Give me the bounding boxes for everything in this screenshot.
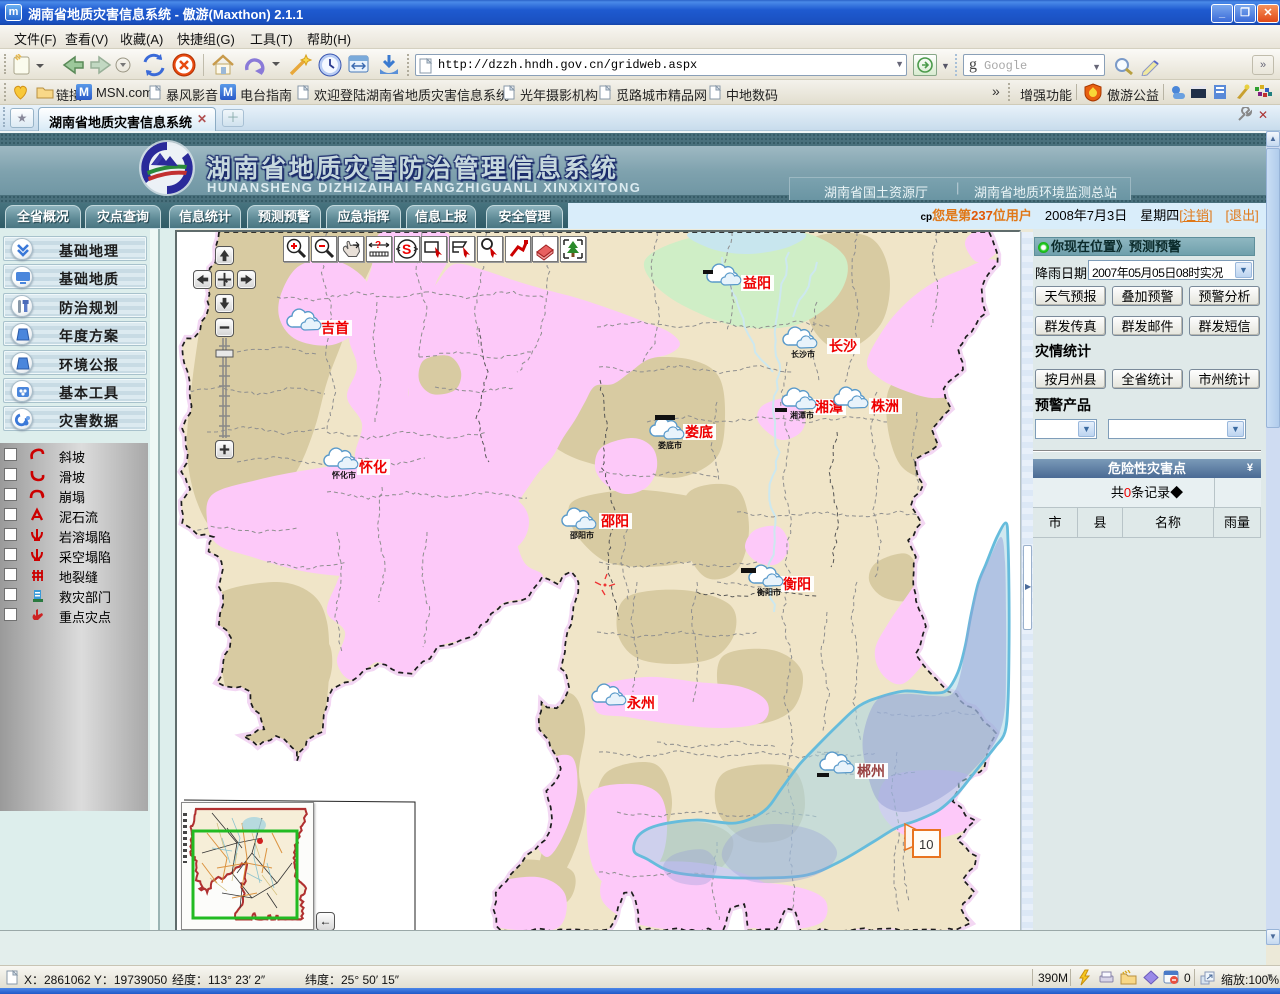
svg-text:衡阳市: 衡阳市 (757, 587, 781, 597)
svg-text:?: ? (375, 240, 381, 251)
svg-text:株洲: 株洲 (871, 398, 899, 414)
svg-text:邵阳: 邵阳 (600, 513, 629, 529)
svg-text:娄底: 娄底 (685, 424, 713, 440)
svg-text:郴州: 郴州 (857, 763, 885, 779)
svg-text:10: 10 (919, 837, 933, 852)
svg-text:益阳: 益阳 (743, 275, 771, 291)
svg-text:湘潭市: 湘潭市 (790, 410, 814, 420)
svg-text:S: S (402, 241, 411, 257)
svg-text:衡阳: 衡阳 (783, 576, 811, 592)
svg-text:吉首: 吉首 (321, 320, 349, 336)
svg-text:邵阳市: 邵阳市 (569, 530, 594, 540)
svg-text:娄底市: 娄底市 (658, 440, 682, 450)
svg-text:长沙市: 长沙市 (791, 349, 815, 359)
svg-text:永州: 永州 (626, 695, 655, 711)
svg-text:怀化市: 怀化市 (332, 470, 356, 480)
svg-text:长沙: 长沙 (829, 338, 857, 354)
svg-text:怀化: 怀化 (359, 459, 387, 475)
